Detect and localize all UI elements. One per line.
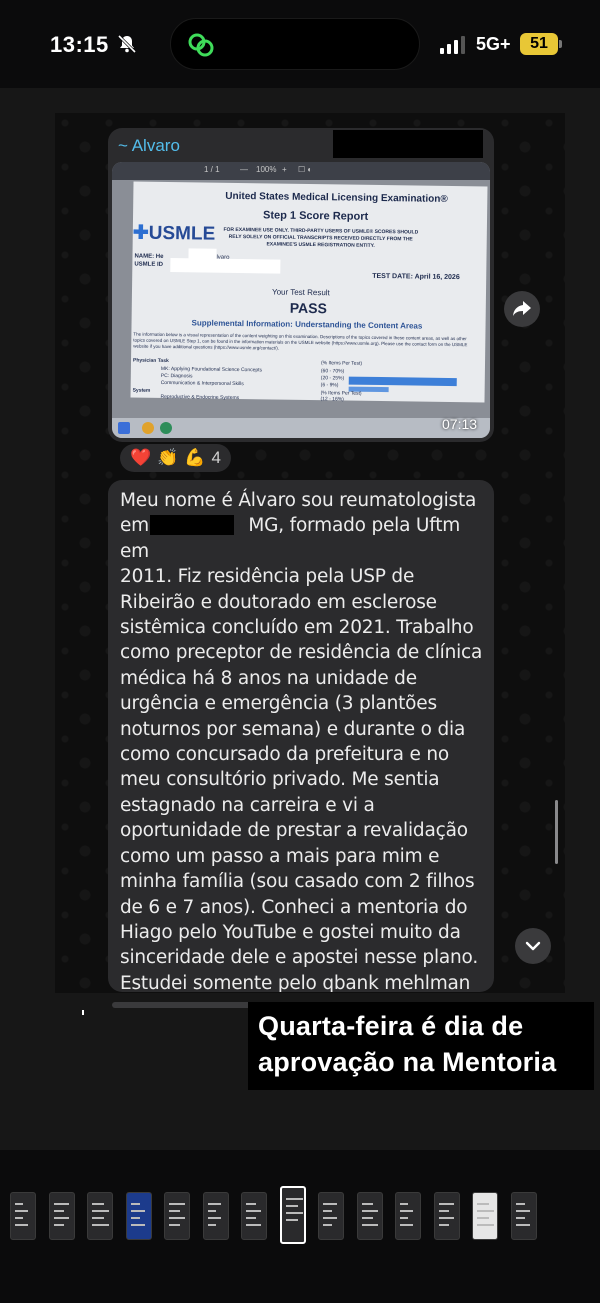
battery-tip: [559, 40, 562, 48]
story-thumbnail-strip: [0, 1186, 600, 1246]
story-thumbnail[interactable]: [241, 1192, 267, 1240]
content-row-label: Communication & Interpersonal Skills: [160, 379, 244, 388]
zoom-in-icon: +: [282, 165, 287, 174]
bell-slash-icon: [117, 34, 137, 54]
content-row-value: (12 - 16%): [320, 396, 344, 403]
story-thumbnail[interactable]: [318, 1192, 344, 1240]
video-duration: 07:13: [442, 416, 478, 432]
muscle-reaction: 💪: [184, 448, 206, 467]
story-frame[interactable]: ~ Alvaro 1 / 1 — 100% + ☐ ◐ United State…: [0, 88, 600, 1150]
chevron-down-icon: [525, 941, 541, 951]
redaction-box: [150, 515, 234, 535]
divider-mark: [82, 1010, 84, 1015]
reactions-pill[interactable]: ❤️ 👏 💪 4: [120, 444, 231, 472]
redaction-box: [170, 258, 281, 274]
reaction-count: 4: [211, 448, 221, 467]
caption-line: Quarta-feira é dia de: [258, 1011, 524, 1041]
zoom-out-icon: —: [240, 165, 248, 174]
story-caption[interactable]: Quarta-feira é dia de aprovação na Mento…: [248, 1002, 594, 1090]
clap-reaction: 👏: [157, 448, 179, 467]
signal-bars-icon: [440, 36, 465, 54]
island-activity-icon: [188, 33, 214, 57]
story-thumbnail[interactable]: [87, 1192, 113, 1240]
story-thumbnail[interactable]: [433, 1192, 460, 1240]
forward-arrow-icon: [513, 301, 531, 316]
test-date: TEST DATE: April 16, 2026: [372, 272, 460, 282]
media-message-bubble[interactable]: ~ Alvaro 1 / 1 — 100% + ☐ ◐ United State…: [108, 128, 494, 442]
result-label: Your Test Result: [271, 287, 330, 298]
story-thumbnail[interactable]: [472, 1192, 498, 1240]
status-time: 13:15: [50, 32, 109, 57]
network-type: 5G+: [476, 34, 511, 54]
story-thumbnail[interactable]: [10, 1192, 36, 1240]
forward-button[interactable]: [504, 291, 540, 327]
score-bar: [348, 376, 457, 387]
story-thumbnail[interactable]: [356, 1192, 383, 1240]
story-thumbnail[interactable]: [164, 1192, 190, 1240]
report-subtitle: Step 1 Score Report: [262, 209, 369, 223]
content-row-value: (6 - 9%): [320, 382, 339, 389]
content-row-value: (% Items Per Test): [320, 360, 363, 367]
pdf-zoom: 100%: [256, 165, 277, 174]
story-thumbnail[interactable]: [395, 1192, 421, 1240]
score-report-document: United States Medical Licensing Examinat…: [130, 181, 488, 403]
start-icon: [118, 422, 130, 434]
windows-taskbar: [112, 418, 490, 438]
usmle-logo-text: USMLE: [148, 222, 216, 245]
caption-line: aprovação na Mentoria: [258, 1047, 557, 1077]
pdf-page-count: 1 / 1: [204, 165, 220, 174]
usmle-id-label: USMLE ID: [134, 261, 164, 268]
dynamic-island[interactable]: [170, 18, 420, 70]
text-message-bubble[interactable]: Meu nome é Álvaro sou reumatologista em …: [108, 480, 494, 992]
content-row-value: (60 - 70%): [320, 368, 345, 375]
usmle-logo: ✚USMLE: [132, 222, 216, 245]
status-bar: 13:15 5G+ 51: [0, 0, 600, 90]
video-thumbnail[interactable]: 1 / 1 — 100% + ☐ ◐ United States Medical…: [112, 162, 490, 438]
name-label: NAME: He: [134, 253, 164, 260]
content-row-label: PC: Diagnosis: [160, 372, 193, 380]
message-body: 2011. Fiz residência pela USP de Ribeirã…: [120, 566, 483, 992]
result-value: PASS: [289, 299, 327, 317]
pdf-toolbar: 1 / 1 — 100% + ☐ ◐: [112, 162, 490, 180]
report-exam-title: United States Medical Licensing Examinat…: [225, 190, 448, 205]
app-icon: [160, 422, 172, 434]
section-intro: The information below is a visual repres…: [133, 331, 468, 351]
story-thumbnail[interactable]: [279, 1186, 306, 1244]
redaction-box: [333, 130, 483, 158]
sender-name[interactable]: ~ Alvaro: [118, 136, 180, 156]
battery-indicator: 51: [520, 33, 558, 55]
content-row-label: Physician Task: [132, 357, 169, 365]
story-thumbnail[interactable]: [48, 1192, 75, 1240]
scrollbar-thumb[interactable]: [555, 800, 558, 864]
message-text[interactable]: Meu nome é Álvaro sou reumatologista em …: [120, 488, 486, 992]
section-heading: Supplemental Information: Understanding …: [191, 318, 423, 331]
story-thumbnail[interactable]: [510, 1192, 537, 1240]
app-icon: [142, 422, 154, 434]
heart-reaction: ❤️: [130, 448, 152, 467]
story-thumbnail[interactable]: [125, 1192, 152, 1240]
report-disclaimer: FOR EXAMINEE USE ONLY. THIRD-PARTY USERS…: [223, 226, 419, 249]
pdf-tools-icon: ☐ ◐: [298, 165, 313, 174]
story-thumbnail[interactable]: [202, 1192, 229, 1240]
content-row-label: Reproductive & Endocrine Systems: [160, 393, 240, 402]
scroll-down-button[interactable]: [515, 928, 551, 964]
content-row-label: System: [132, 387, 151, 394]
message-line: Meu nome é Álvaro sou reumatologista: [120, 490, 477, 511]
content-row-value: (20 - 25%): [320, 375, 345, 382]
